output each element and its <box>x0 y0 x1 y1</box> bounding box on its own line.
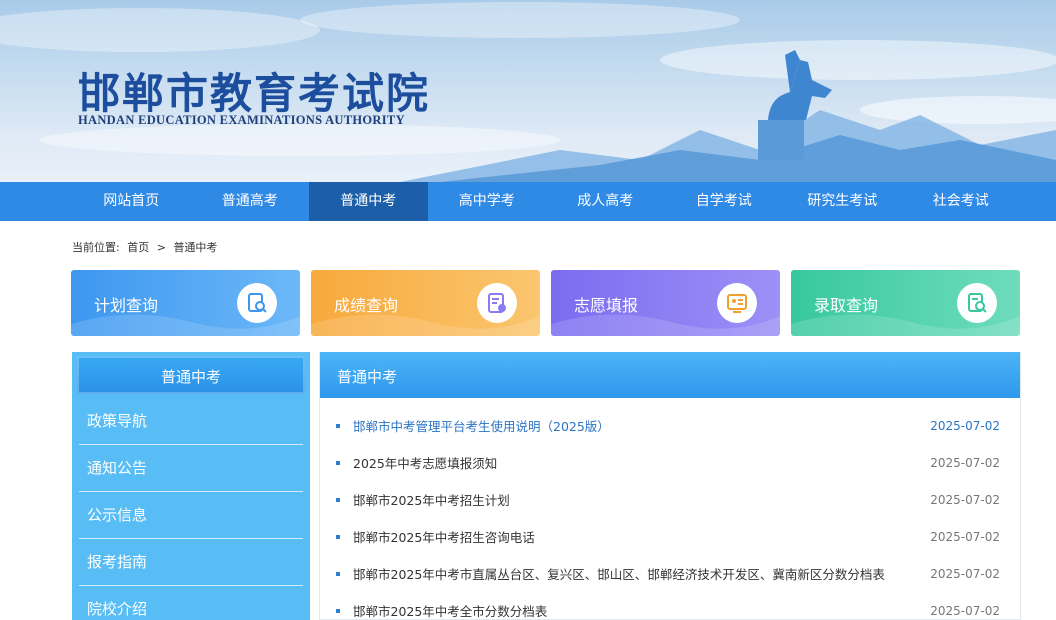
sidebar-item-policy[interactable]: 政策导航 <box>79 398 303 445</box>
search-document-icon <box>957 283 997 323</box>
search-document-icon <box>237 283 277 323</box>
breadcrumb-current: 普通中考 <box>173 241 218 254</box>
form-icon <box>717 283 757 323</box>
bullet-icon <box>336 497 340 502</box>
article-link[interactable]: 邯郸市中考管理平台考生使用说明（2025版） <box>353 416 914 435</box>
nav-item-self-study[interactable]: 自学考试 <box>665 182 784 221</box>
panel-header: 普通中考 <box>320 352 1020 398</box>
article-link[interactable]: 2025年中考志愿填报须知 <box>353 453 914 472</box>
quick-access-cards: 计划查询 成绩查询 志愿填报 录取查询 <box>71 270 1020 336</box>
sidebar-item-notices[interactable]: 通知公告 <box>79 445 303 492</box>
main-nav: 网站首页 普通高考 普通中考 高中学考 成人高考 自学考试 研究生考试 社会考试 <box>0 182 1056 221</box>
score-card-icon <box>477 283 517 323</box>
sidebar-header: 普通中考 <box>72 352 310 398</box>
bullet-icon <box>336 534 340 539</box>
list-item: 邯郸市2025年中考招生咨询电话 2025-07-02 <box>320 518 1020 555</box>
article-date: 2025-07-02 <box>930 492 1000 507</box>
header-banner: 邯郸市教育考试院 HANDAN EDUCATION EXAMINATIONS A… <box>0 0 1056 182</box>
article-date: 2025-07-02 <box>930 529 1000 544</box>
sidebar-item-public-info[interactable]: 公示信息 <box>79 492 303 539</box>
application-fill-card[interactable]: 志愿填报 <box>551 270 780 336</box>
article-list: 邯郸市中考管理平台考生使用说明（2025版） 2025-07-02 2025年中… <box>320 398 1020 620</box>
card-label: 成绩查询 <box>334 296 399 315</box>
bullet-icon <box>336 423 340 428</box>
sidebar-title: 普通中考 <box>160 368 221 386</box>
article-date: 2025-07-02 <box>930 418 1000 433</box>
breadcrumb-prefix: 当前位置: <box>72 241 120 254</box>
list-item: 邯郸市中考管理平台考生使用说明（2025版） 2025-07-02 <box>320 407 1020 444</box>
breadcrumb: 当前位置: 首页 > 普通中考 <box>72 239 221 255</box>
breadcrumb-separator: > <box>156 241 166 254</box>
list-item: 邯郸市2025年中考全市分数分档表 2025-07-02 <box>320 592 1020 620</box>
sidebar: 普通中考 政策导航 通知公告 公示信息 报考指南 院校介绍 <box>72 352 310 620</box>
card-label: 录取查询 <box>814 296 879 315</box>
bullet-icon <box>336 460 340 465</box>
site-title: 邯郸市教育考试院 <box>78 69 431 118</box>
admission-query-card[interactable]: 录取查询 <box>791 270 1020 336</box>
nav-item-gaokao[interactable]: 普通高考 <box>191 182 310 221</box>
article-list-panel: 普通中考 邯郸市中考管理平台考生使用说明（2025版） 2025-07-02 2… <box>319 352 1021 620</box>
panel-title: 普通中考 <box>337 368 398 386</box>
list-item: 邯郸市2025年中考市直属丛台区、复兴区、邯山区、邯郸经济技术开发区、冀南新区分… <box>320 555 1020 592</box>
sidebar-item-schools[interactable]: 院校介绍 <box>79 586 303 620</box>
score-query-card[interactable]: 成绩查询 <box>311 270 540 336</box>
plan-query-card[interactable]: 计划查询 <box>71 270 300 336</box>
article-date: 2025-07-02 <box>930 603 1000 618</box>
site-subtitle: HANDAN EDUCATION EXAMINATIONS AUTHORITY <box>78 113 405 127</box>
sidebar-item-guide[interactable]: 报考指南 <box>79 539 303 586</box>
nav-item-social[interactable]: 社会考试 <box>902 182 1021 221</box>
nav-item-home[interactable]: 网站首页 <box>72 182 191 221</box>
nav-item-graduate[interactable]: 研究生考试 <box>783 182 902 221</box>
list-item: 2025年中考志愿填报须知 2025-07-02 <box>320 444 1020 481</box>
breadcrumb-home[interactable]: 首页 <box>127 241 149 254</box>
card-label: 计划查询 <box>94 296 159 315</box>
article-date: 2025-07-02 <box>930 566 1000 581</box>
bullet-icon <box>336 608 340 613</box>
bullet-icon <box>336 571 340 576</box>
article-date: 2025-07-02 <box>930 455 1000 470</box>
nav-item-xuekao[interactable]: 高中学考 <box>428 182 547 221</box>
card-label: 志愿填报 <box>574 296 639 315</box>
article-link[interactable]: 邯郸市2025年中考全市分数分档表 <box>353 601 914 620</box>
article-link[interactable]: 邯郸市2025年中考招生咨询电话 <box>353 527 914 546</box>
nav-item-adult-exam[interactable]: 成人高考 <box>546 182 665 221</box>
article-link[interactable]: 邯郸市2025年中考招生计划 <box>353 490 914 509</box>
nav-item-zhongkao[interactable]: 普通中考 <box>309 182 428 221</box>
list-item: 邯郸市2025年中考招生计划 2025-07-02 <box>320 481 1020 518</box>
article-link[interactable]: 邯郸市2025年中考市直属丛台区、复兴区、邯山区、邯郸经济技术开发区、冀南新区分… <box>353 564 914 583</box>
